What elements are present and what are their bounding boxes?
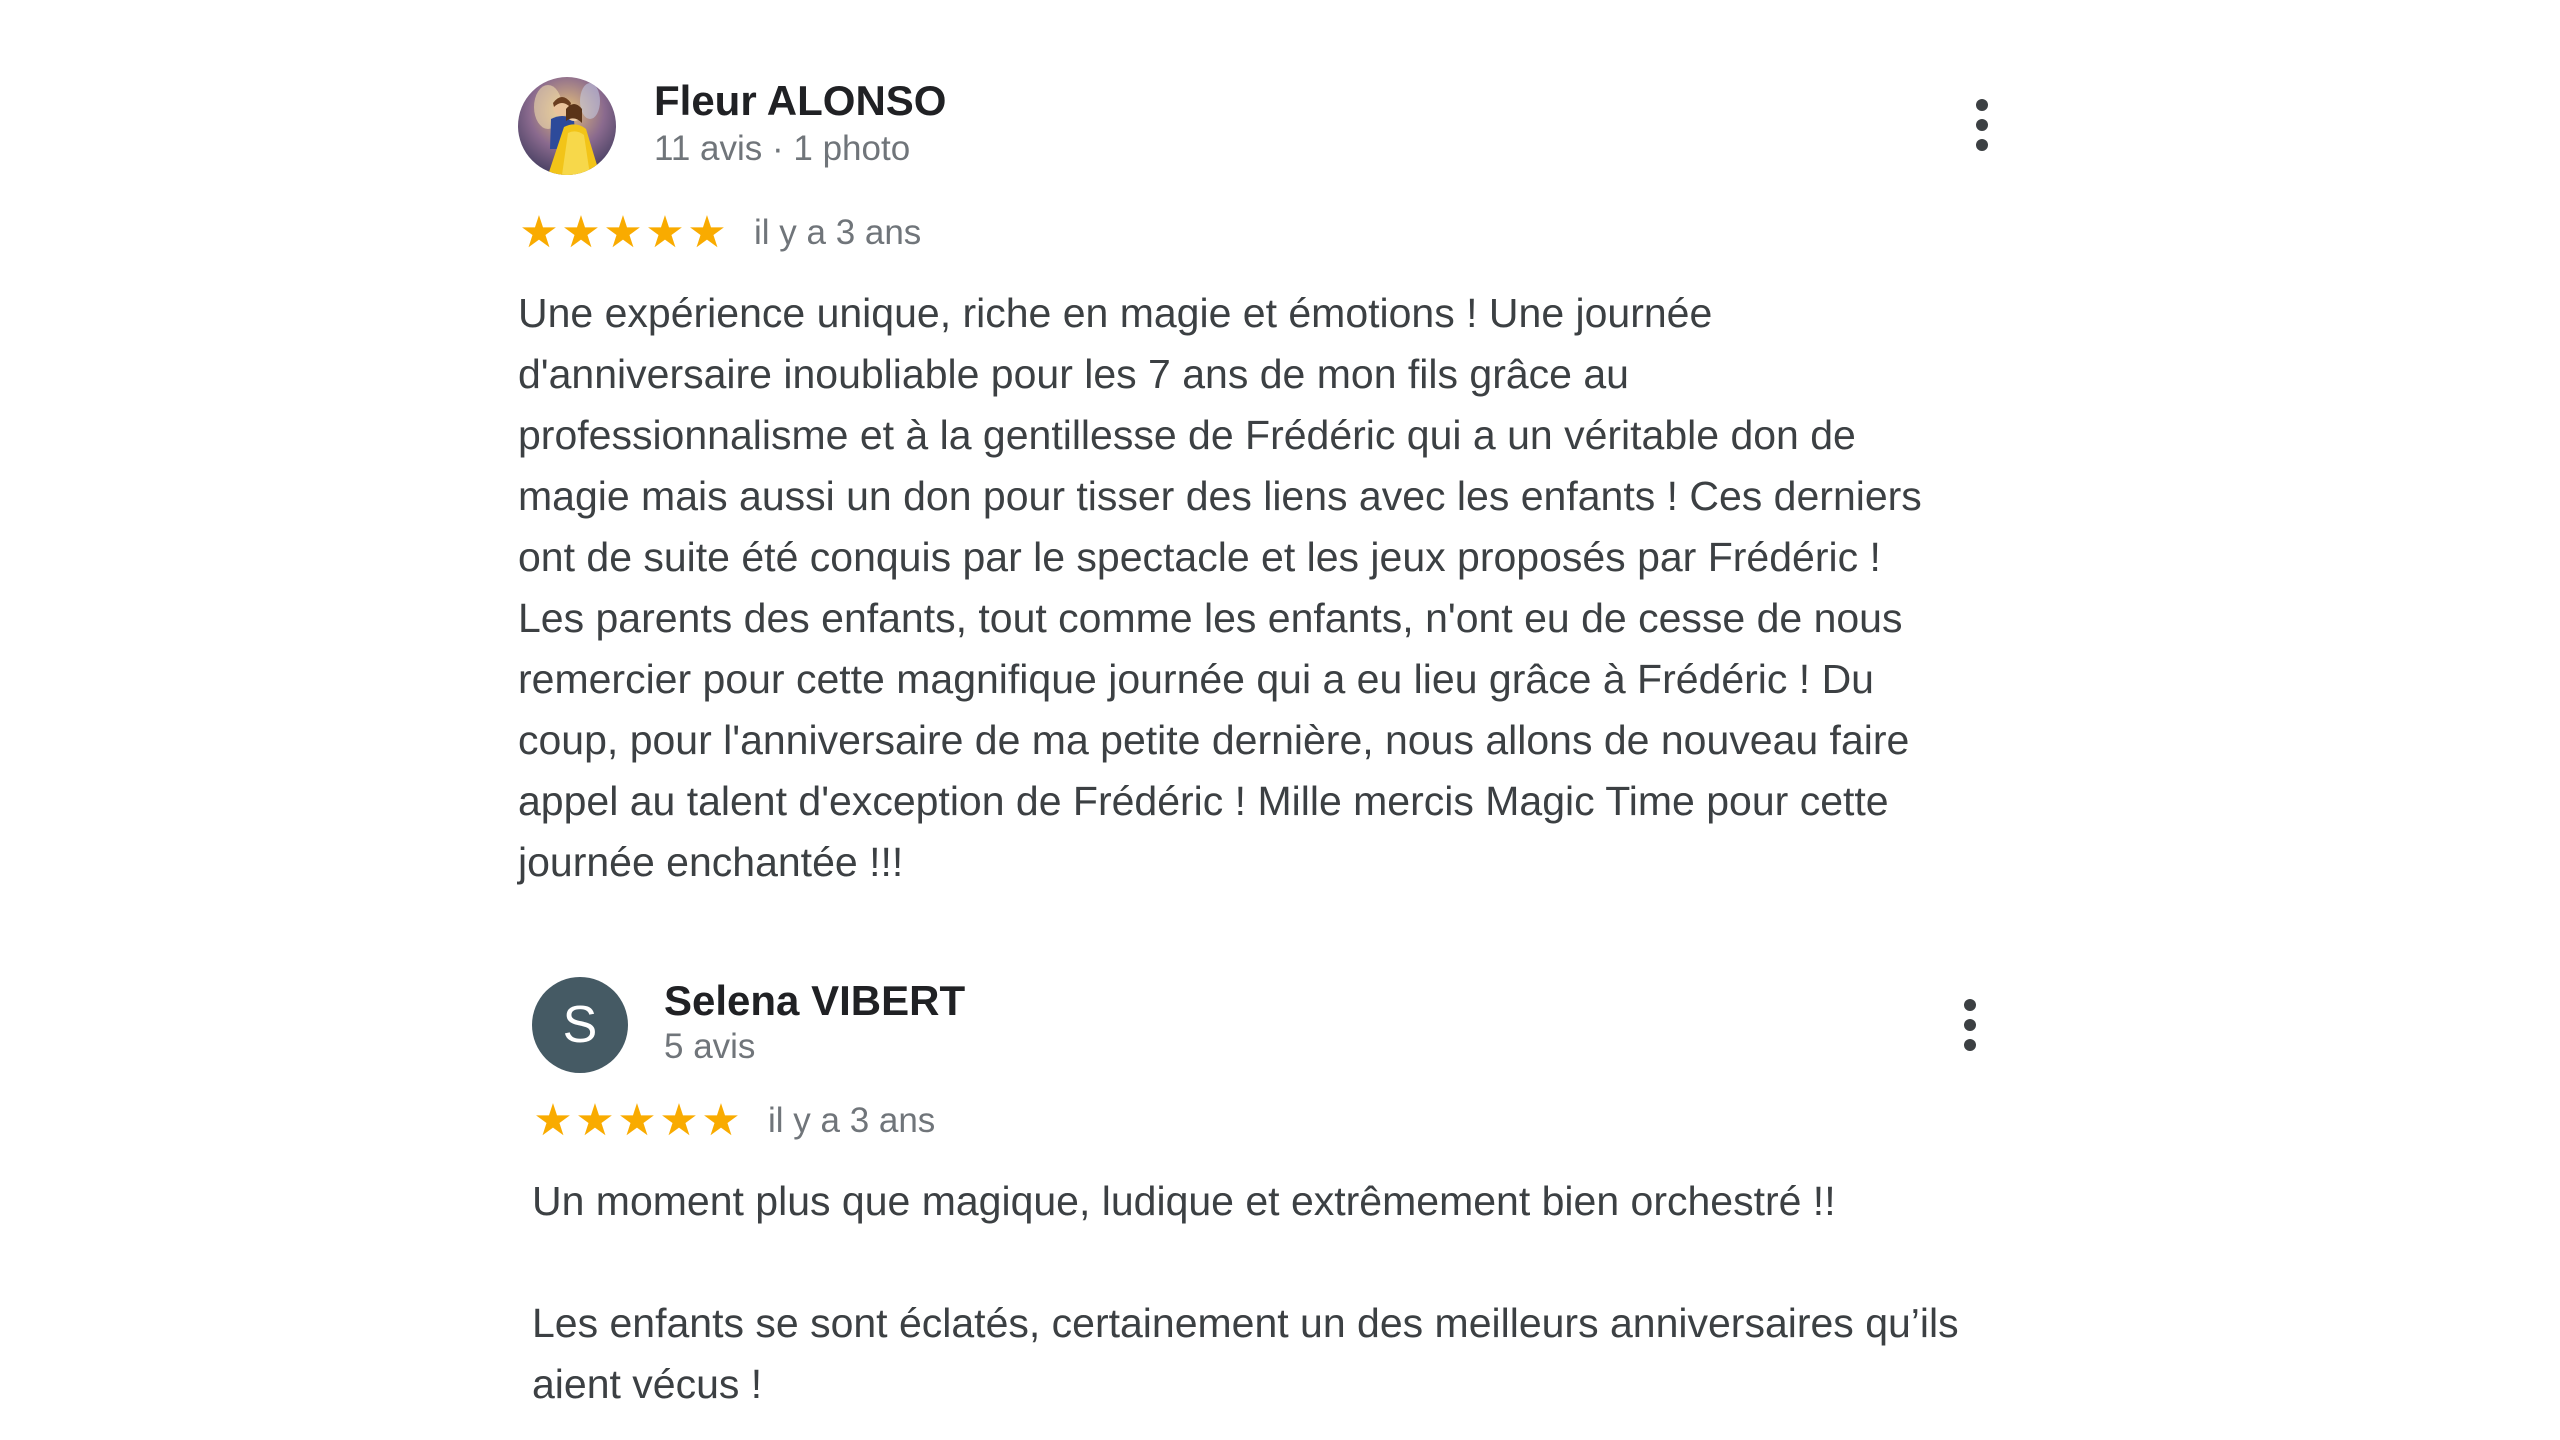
review-card: S Selena VIBERT 5 avis ★ ★ ★ ★ ★ il y a … [532,975,1992,1415]
more-options-button[interactable] [1950,993,1990,1057]
star-icon: ★ [617,1096,657,1145]
star-icon: ★ [645,208,685,257]
rating-row: ★ ★ ★ ★ ★ il y a 3 ans [532,1091,1992,1151]
review-header: S Selena VIBERT 5 avis [532,975,1992,1075]
more-vert-dot [1964,1019,1976,1031]
star-icon: ★ [659,1096,699,1145]
star-rating: ★ ★ ★ ★ ★ [532,1099,742,1143]
author-name[interactable]: Fleur ALONSO [654,77,946,125]
review-text: Un moment plus que magique, ludique et e… [532,1178,1959,1407]
more-vert-icon [1976,99,1988,111]
review-date: il y a 3 ans [754,213,922,252]
star-icon: ★ [603,208,643,257]
avatar[interactable]: S [532,977,628,1073]
star-icon: ★ [533,1096,573,1145]
star-icon: ★ [701,1096,741,1145]
author-name[interactable]: Selena VIBERT [664,977,965,1025]
more-vert-dot [1976,119,1988,131]
avatar[interactable] [518,77,616,175]
review-header: Fleur ALONSO 11 avis · 1 photo [518,75,1998,175]
author-meta[interactable]: 11 avis · 1 photo [654,129,910,169]
review-text: Une expérience unique, riche en magie et… [518,290,1922,885]
more-vert-dot [1976,139,1988,151]
review-date: il y a 3 ans [768,1101,936,1140]
author-meta[interactable]: 5 avis [664,1027,755,1067]
star-rating: ★ ★ ★ ★ ★ [518,211,728,255]
star-icon: ★ [687,208,727,257]
star-icon: ★ [519,208,559,257]
star-icon: ★ [561,208,601,257]
profile-photo-icon [518,77,616,175]
review-card: Fleur ALONSO 11 avis · 1 photo ★ ★ ★ ★ ★… [518,75,1998,893]
star-icon: ★ [575,1096,615,1145]
more-vert-dot [1964,1039,1976,1051]
more-options-button[interactable] [1962,93,2002,157]
more-vert-icon [1964,999,1976,1011]
rating-row: ★ ★ ★ ★ ★ il y a 3 ans [518,203,1998,263]
